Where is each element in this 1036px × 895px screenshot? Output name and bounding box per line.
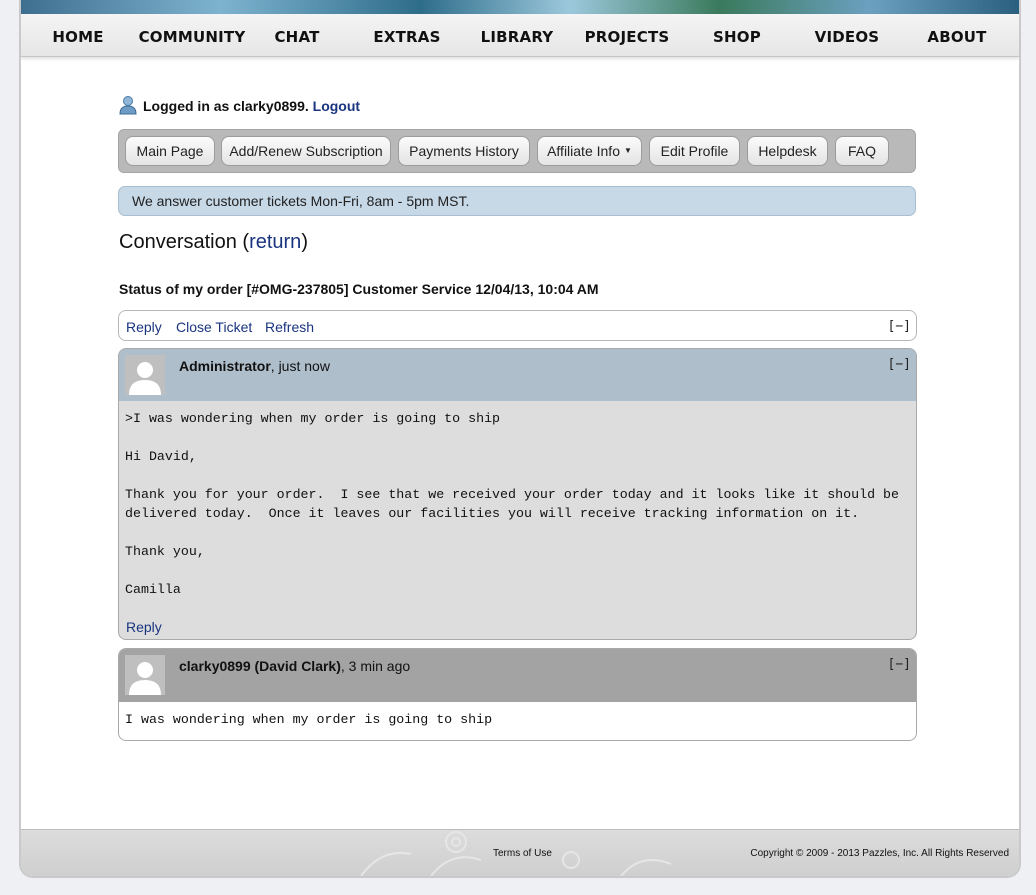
- nav-home[interactable]: HOME: [52, 28, 103, 46]
- message-admin: Administrator, just now [−] >I was wonde…: [118, 348, 917, 640]
- nav-chat[interactable]: CHAT: [274, 28, 319, 46]
- default-avatar-icon: [129, 362, 161, 395]
- ticket-subject: Status of my order [#OMG-237805] Custome…: [119, 281, 599, 297]
- collapse-all-toggle[interactable]: [−]: [888, 319, 911, 334]
- nav-videos[interactable]: VIDEOS: [815, 28, 880, 46]
- nav-community[interactable]: COMMUNITY: [139, 28, 246, 46]
- affiliate-info-button[interactable]: Affiliate Info ▼: [537, 136, 642, 166]
- conversation-title: Conversation (return): [119, 231, 308, 254]
- default-avatar-icon: [129, 662, 161, 695]
- conversation-paren: ): [301, 231, 308, 253]
- avatar: [125, 355, 165, 395]
- collapse-message-toggle[interactable]: [−]: [888, 657, 911, 672]
- message-author: Administrator, just now: [179, 358, 330, 374]
- support-hours-notice: We answer customer tickets Mon-Fri, 8am …: [118, 186, 916, 216]
- message-header: clarky0899 (David Clark), 3 min ago [−]: [119, 649, 916, 702]
- message-time: , just now: [270, 358, 330, 374]
- avatar: [125, 655, 165, 695]
- author-name: Administrator: [179, 358, 271, 374]
- main-nav: HOME COMMUNITY CHAT EXTRAS LIBRARY PROJE…: [21, 14, 1019, 57]
- message-author: clarky0899 (David Clark), 3 min ago: [179, 658, 410, 674]
- message-time: , 3 min ago: [340, 658, 411, 674]
- nav-shop[interactable]: SHOP: [713, 28, 761, 46]
- refresh-link[interactable]: Refresh: [265, 319, 314, 335]
- copyright-text: Copyright © 2009 - 2013 Pazzles, Inc. Al…: [750, 848, 1009, 859]
- edit-profile-button[interactable]: Edit Profile: [649, 136, 740, 166]
- logout-link[interactable]: Logout: [313, 98, 360, 114]
- nav-extras[interactable]: EXTRAS: [373, 28, 440, 46]
- message-customer: clarky0899 (David Clark), 3 min ago [−] …: [118, 648, 917, 741]
- affiliate-info-label: Affiliate Info: [547, 143, 620, 159]
- message-body: I was wondering when my order is going t…: [125, 712, 493, 727]
- nav-about[interactable]: ABOUT: [927, 28, 986, 46]
- nav-library[interactable]: LIBRARY: [481, 28, 554, 46]
- page-frame: HOME COMMUNITY CHAT EXTRAS LIBRARY PROJE…: [19, 0, 1021, 878]
- close-ticket-link[interactable]: Close Ticket: [176, 319, 252, 335]
- collapse-message-toggle[interactable]: [−]: [888, 357, 911, 372]
- conversation-label: Conversation (: [119, 231, 250, 253]
- user-icon: [119, 96, 137, 115]
- payments-history-button[interactable]: Payments History: [398, 136, 530, 166]
- faq-button[interactable]: FAQ: [835, 136, 889, 166]
- author-name: clarky0899 (David Clark): [179, 658, 341, 674]
- add-renew-subscription-button[interactable]: Add/Renew Subscription: [221, 136, 391, 166]
- terms-of-use-link[interactable]: Terms of Use: [493, 848, 552, 859]
- message-reply-link[interactable]: Reply: [126, 619, 162, 635]
- nav-projects[interactable]: PROJECTS: [585, 28, 670, 46]
- helpdesk-button[interactable]: Helpdesk: [747, 136, 828, 166]
- message-body: >I was wondering when my order is going …: [125, 411, 900, 597]
- ticket-action-bar: Reply Close Ticket Refresh [−]: [118, 310, 917, 341]
- caret-down-icon: ▼: [623, 146, 632, 155]
- main-page-button[interactable]: Main Page: [125, 136, 215, 166]
- account-button-bar: Main Page Add/Renew Subscription Payment…: [118, 129, 916, 173]
- message-header: Administrator, just now [−]: [119, 349, 916, 401]
- header-banner: [21, 0, 1019, 15]
- reply-link[interactable]: Reply: [126, 319, 162, 335]
- return-link[interactable]: return: [249, 231, 301, 253]
- footer: Terms of Use Copyright © 2009 - 2013 Paz…: [21, 829, 1019, 876]
- login-text: Logged in as clarky0899.: [143, 98, 309, 114]
